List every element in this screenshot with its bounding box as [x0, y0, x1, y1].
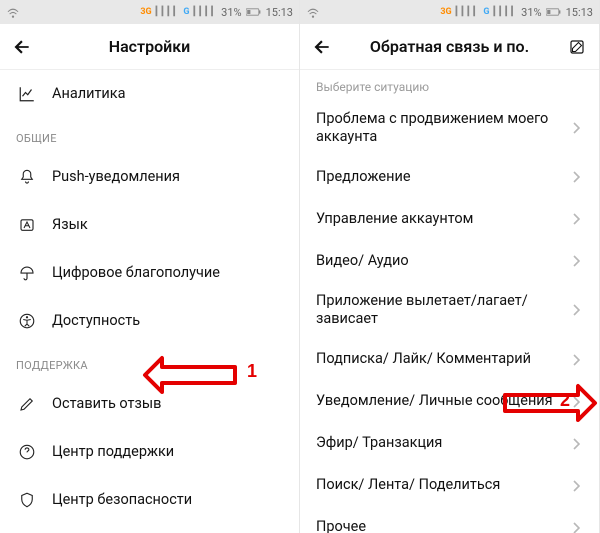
- row-label: Подписка/ Лайк/ Комментарий: [316, 350, 569, 368]
- sidebar-item-push[interactable]: Push-уведомления: [0, 153, 299, 201]
- list-item[interactable]: Проблема с продвижением моего аккаунта: [300, 100, 599, 156]
- clock-time: 15:13: [566, 6, 593, 19]
- header: Обратная связь и по.: [300, 24, 599, 70]
- battery-icon: [546, 7, 562, 17]
- sidebar-item-help-center[interactable]: Центр поддержки: [0, 428, 299, 476]
- umbrella-icon: [16, 264, 38, 282]
- row-label: Push-уведомления: [52, 168, 283, 186]
- list-item[interactable]: Уведомление/ Личные сообщения: [300, 381, 599, 423]
- settings-screen: 3G ▎▎▎▎ G ▎▎▎▎ 31% 15:13 Настройки Анали…: [0, 0, 300, 533]
- section-header-general: ОБЩИЕ: [0, 118, 299, 153]
- sidebar-item-wellbeing[interactable]: Цифровое благополучие: [0, 249, 299, 297]
- row-label: Центр безопасности: [52, 491, 283, 509]
- bell-icon: [16, 168, 38, 186]
- list-item[interactable]: Управление аккаунтом: [300, 198, 599, 240]
- row-label: Язык: [52, 216, 283, 234]
- list-item[interactable]: Поиск/ Лента/ Поделиться: [300, 465, 599, 507]
- wifi-icon: [6, 5, 20, 19]
- row-label: Видео/ Аудио: [316, 252, 569, 270]
- status-bar: 3G ▎▎▎▎ G ▎▎▎▎ 31% 15:13: [300, 0, 599, 24]
- network-3g-label: 3G: [440, 7, 451, 17]
- network-g-label: G: [183, 7, 189, 17]
- list-item[interactable]: Видео/ Аудио: [300, 240, 599, 282]
- chevron-right-icon: [569, 255, 583, 267]
- row-label: Аналитика: [52, 85, 283, 103]
- signal-bars-1: ▎▎▎▎: [456, 7, 480, 17]
- chevron-right-icon: [569, 122, 583, 134]
- row-label: Предложение: [316, 168, 569, 186]
- wifi-icon: [306, 5, 320, 19]
- arrow-left-icon: [312, 37, 332, 57]
- sidebar-item-analytics[interactable]: Аналитика: [0, 70, 299, 118]
- row-label: Оставить отзыв: [52, 395, 283, 413]
- list-item[interactable]: Прочее: [300, 507, 599, 533]
- list-item[interactable]: Приложение вылетает/лагает/зависает: [300, 282, 599, 338]
- compose-icon: [568, 38, 586, 56]
- shield-icon: [16, 491, 38, 509]
- language-icon: [16, 216, 38, 234]
- row-label: Уведомление/ Личные сообщения: [316, 392, 569, 410]
- feedback-screen: 3G ▎▎▎▎ G ▎▎▎▎ 31% 15:13 Обратная связь …: [300, 0, 600, 533]
- chevron-right-icon: [569, 171, 583, 183]
- header: Настройки: [0, 24, 299, 70]
- compose-button[interactable]: [565, 35, 589, 59]
- network-3g-label: 3G: [140, 7, 151, 17]
- row-label: Приложение вылетает/лагает/зависает: [316, 292, 569, 328]
- battery-icon: [246, 7, 262, 17]
- chevron-right-icon: [569, 213, 583, 225]
- chevron-right-icon: [569, 396, 583, 408]
- list-item[interactable]: Подписка/ Лайк/ Комментарий: [300, 339, 599, 381]
- back-button[interactable]: [310, 35, 334, 59]
- sidebar-item-accessibility[interactable]: Доступность: [0, 297, 299, 345]
- chart-icon: [16, 85, 38, 103]
- row-label: Эфир/ Транзакция: [316, 434, 569, 452]
- row-label: Поиск/ Лента/ Поделиться: [316, 476, 569, 494]
- signal-bars-2: ▎▎▎▎: [493, 7, 517, 17]
- row-label: Управление аккаунтом: [316, 210, 569, 228]
- row-label: Проблема с продвижением моего аккаунта: [316, 110, 569, 146]
- accessibility-icon: [16, 312, 38, 330]
- chevron-right-icon: [569, 438, 583, 450]
- sidebar-item-language[interactable]: Язык: [0, 201, 299, 249]
- row-label: Центр поддержки: [52, 443, 283, 461]
- signal-bars-2: ▎▎▎▎: [193, 7, 217, 17]
- sidebar-item-safety-center[interactable]: Центр безопасности: [0, 476, 299, 524]
- back-button[interactable]: [10, 35, 34, 59]
- signal-bars-1: ▎▎▎▎: [156, 7, 180, 17]
- section-header-support: ПОДДЕРЖКА: [0, 345, 299, 380]
- row-label: Доступность: [52, 312, 283, 330]
- pencil-icon: [16, 395, 38, 413]
- battery-pct: 31%: [221, 6, 241, 19]
- row-label: Цифровое благополучие: [52, 264, 283, 282]
- row-label: Прочее: [316, 518, 569, 533]
- help-icon: [16, 443, 38, 461]
- sidebar-item-feedback[interactable]: Оставить отзыв: [0, 380, 299, 428]
- clock-time: 15:13: [266, 6, 293, 19]
- page-title: Обратная связь и по.: [334, 37, 565, 56]
- network-g-label: G: [483, 7, 489, 17]
- status-bar: 3G ▎▎▎▎ G ▎▎▎▎ 31% 15:13: [0, 0, 299, 24]
- arrow-left-icon: [12, 37, 32, 57]
- chevron-right-icon: [569, 480, 583, 492]
- chevron-right-icon: [569, 304, 583, 316]
- select-situation-label: Выберите ситуацию: [300, 70, 599, 100]
- battery-pct: 31%: [521, 6, 541, 19]
- section-header-documents: ДОКУМЕНТЫ: [0, 524, 299, 533]
- list-item[interactable]: Предложение: [300, 156, 599, 198]
- chevron-right-icon: [569, 354, 583, 366]
- page-title: Настройки: [34, 37, 265, 56]
- list-item[interactable]: Эфир/ Транзакция: [300, 423, 599, 465]
- chevron-right-icon: [569, 522, 583, 533]
